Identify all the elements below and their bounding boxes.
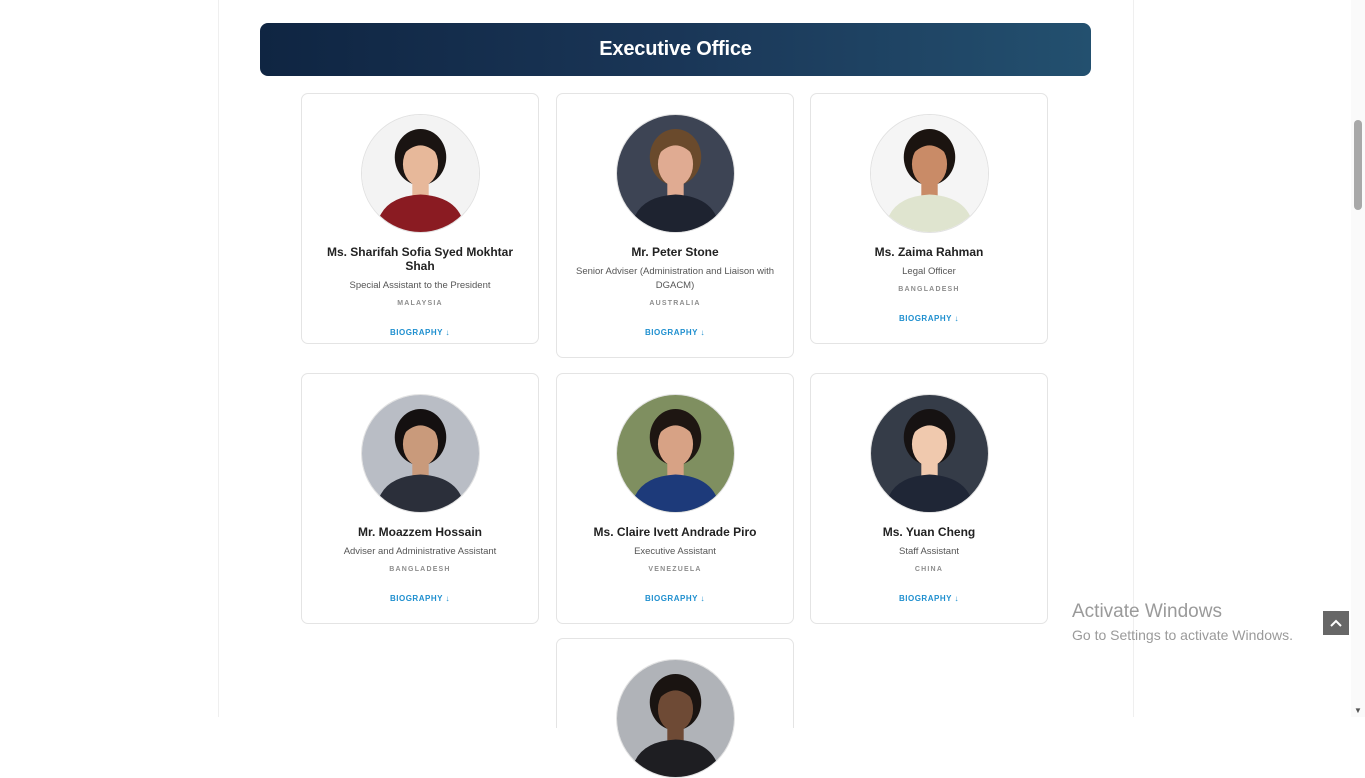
- person-role: Legal Officer: [902, 266, 956, 277]
- person-card: [556, 638, 794, 778]
- biography-link[interactable]: BIOGRAPHY ↓: [899, 314, 959, 323]
- person-name: Ms. Yuan Cheng: [882, 525, 976, 539]
- person-photo: [869, 394, 989, 513]
- person-name: Mr. Moazzem Hossain: [357, 525, 483, 539]
- person-name: Ms. Claire Ivett Andrade Piro: [593, 525, 757, 539]
- biography-link[interactable]: BIOGRAPHY ↓: [390, 594, 450, 603]
- person-country: VENEZUELA: [648, 566, 702, 573]
- person-photo: [360, 114, 480, 233]
- person-country: MALAYSIA: [397, 300, 443, 307]
- person-role: Senior Adviser (Administration and Liais…: [575, 266, 774, 291]
- biography-link[interactable]: BIOGRAPHY ↓: [899, 594, 959, 603]
- biography-link[interactable]: BIOGRAPHY ↓: [390, 328, 450, 337]
- person-country: BANGLADESH: [389, 566, 451, 573]
- activate-windows-watermark: Activate Windows Go to Settings to activ…: [1072, 601, 1293, 643]
- person-photo: [869, 114, 989, 233]
- person-photo: [615, 659, 735, 778]
- biography-link[interactable]: BIOGRAPHY ↓: [645, 594, 705, 603]
- person-photo: [615, 394, 735, 513]
- page-scrollbar[interactable]: ▼: [1351, 0, 1365, 717]
- person-country: AUSTRALIA: [649, 300, 701, 307]
- person-card: Ms. Claire Ivett Andrade Piro Executive …: [556, 373, 794, 624]
- person-country: CHINA: [914, 566, 944, 573]
- person-role: Adviser and Administrative Assistant: [343, 546, 497, 557]
- person-name: Ms. Sharifah Sofia Syed Mokhtar Shah: [326, 245, 514, 273]
- person-photo: [360, 394, 480, 513]
- back-to-top-button[interactable]: [1323, 611, 1349, 635]
- person-card: Mr. Moazzem Hossain Adviser and Administ…: [301, 373, 539, 624]
- person-card: Ms. Sharifah Sofia Syed Mokhtar Shah Spe…: [301, 93, 539, 344]
- watermark-subtitle: Go to Settings to activate Windows.: [1072, 627, 1293, 643]
- biography-link[interactable]: BIOGRAPHY ↓: [645, 328, 705, 337]
- person-card: Ms. Yuan Cheng Staff Assistant CHINA BIO…: [810, 373, 1048, 624]
- person-card: Ms. Zaima Rahman Legal Officer BANGLADES…: [810, 93, 1048, 344]
- section-title: Executive Office: [599, 38, 752, 60]
- person-card: Mr. Peter Stone Senior Adviser (Administ…: [556, 93, 794, 358]
- scroll-down-arrow-icon[interactable]: ▼: [1354, 706, 1362, 715]
- section-header: Executive Office: [260, 23, 1091, 76]
- scrollbar-thumb[interactable]: [1354, 120, 1362, 210]
- person-role: Staff Assistant: [898, 546, 960, 557]
- watermark-title: Activate Windows: [1072, 601, 1222, 622]
- person-name: Mr. Peter Stone: [631, 245, 719, 259]
- chevron-up-icon: [1330, 619, 1342, 627]
- person-role: Executive Assistant: [634, 546, 716, 557]
- person-role: Special Assistant to the President: [349, 280, 491, 291]
- person-country: BANGLADESH: [898, 286, 960, 293]
- person-photo: [615, 114, 735, 233]
- person-name: Ms. Zaima Rahman: [874, 245, 984, 259]
